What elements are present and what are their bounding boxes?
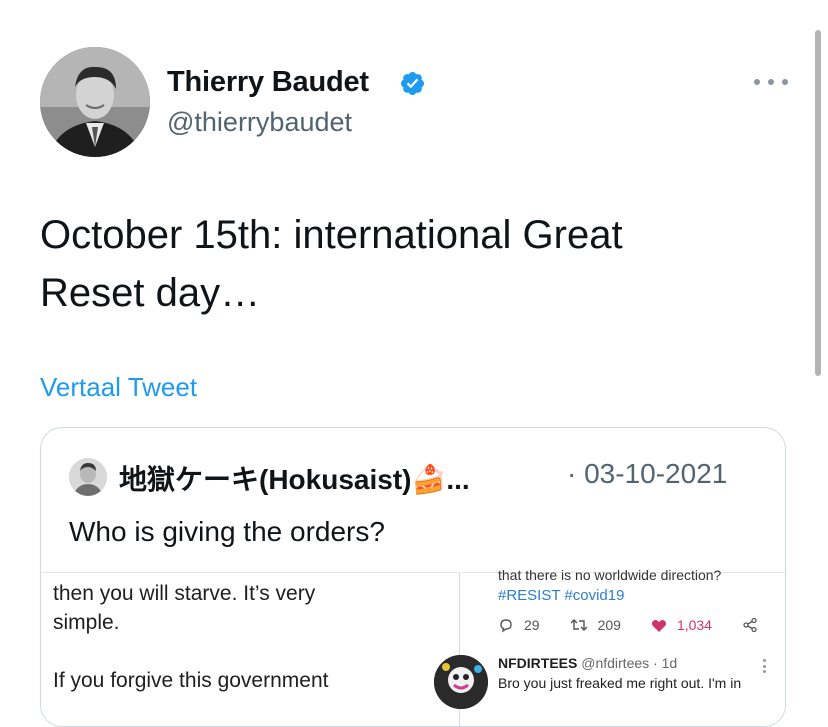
media-left-text: then you will starve. It’s very simple. …: [53, 573, 443, 726]
media-actions: 29 209 1,034: [498, 617, 758, 633]
author-handle[interactable]: @thierrybaudet: [167, 107, 352, 138]
tweet-text-line: Reset day…: [40, 271, 261, 315]
quoted-tweet-card[interactable]: 地獄ケーキ(Hokusaist)🍰... · 03-10-2021 Who is…: [40, 427, 786, 727]
author-avatar[interactable]: [40, 47, 150, 157]
date-separator: ·: [567, 458, 577, 489]
media-reply-name: NFDIRTEES: [498, 655, 578, 671]
quoted-media-image[interactable]: then you will starve. It’s very simple. …: [41, 567, 785, 726]
media-reply-avatar: [434, 655, 488, 709]
quoted-author-name: 地獄ケーキ(Hokusaist)🍰...: [119, 464, 470, 495]
media-hashtags: #RESIST #covid19: [498, 587, 625, 604]
retweet-icon: [570, 619, 588, 631]
media-retweet-count: 209: [570, 617, 621, 633]
share-icon: [743, 617, 757, 633]
media-like-count: 1,034: [651, 617, 712, 633]
scrollbar[interactable]: [815, 30, 821, 376]
more-options-icon[interactable]: [754, 72, 788, 92]
quoted-author-avatar: [69, 458, 107, 496]
quoted-date: · 03-10-2021: [567, 458, 727, 490]
media-reply-handle: @nfdirtees · 1d: [581, 655, 678, 671]
media-cut-text: that there is no worldwide direction?: [498, 567, 722, 583]
author-name[interactable]: Thierry Baudet: [167, 66, 369, 99]
media-reply-user: NFDIRTEES @nfdirtees · 1d: [498, 655, 677, 671]
media-reply-text: Bro you just freaked me right out. I'm i…: [498, 675, 742, 691]
media-text-line: If you forgive this government: [53, 669, 329, 692]
tweet-text-line: October 15th: international Great: [40, 213, 623, 257]
quoted-date-text: 03-10-2021: [584, 458, 728, 489]
media-text-line: simple.: [53, 611, 120, 634]
translate-tweet-link[interactable]: Vertaal Tweet: [40, 372, 197, 403]
media-more-icon: [763, 659, 767, 673]
like-count-text: 1,034: [676, 617, 712, 633]
media-text-line: then you will starve. It’s very: [53, 582, 316, 605]
tweet-text: October 15th: international Great Reset …: [40, 206, 780, 322]
quoted-text: Who is giving the orders?: [69, 516, 385, 547]
verified-badge-icon: [399, 70, 426, 97]
media-reply-count: 29: [498, 617, 540, 633]
reply-icon: [500, 619, 512, 633]
retweet-count-text: 209: [597, 617, 621, 633]
reply-count-text: 29: [524, 617, 540, 633]
heart-icon: [651, 619, 666, 632]
